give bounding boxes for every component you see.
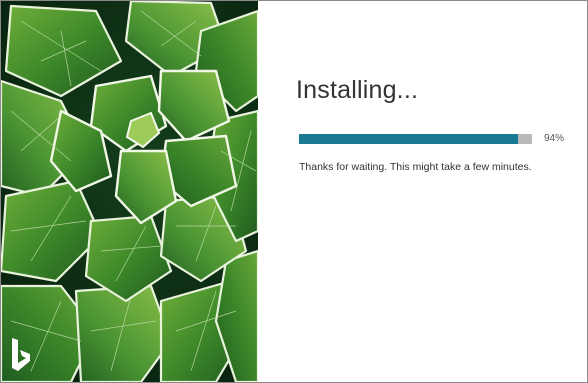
installer-window: Installing... 94% Thanks for waiting. Th… (0, 0, 588, 383)
install-content: Installing... 94% Thanks for waiting. Th… (258, 1, 587, 382)
page-title: Installing... (296, 76, 419, 104)
progress-percent: 94% (544, 133, 565, 144)
hero-image (1, 1, 258, 382)
bing-logo-icon (12, 338, 30, 371)
progress-bar (299, 134, 532, 144)
succulent-image (1, 1, 258, 382)
progress-bar-fill (299, 134, 519, 144)
status-message: Thanks for waiting. This might take a fe… (299, 161, 532, 173)
